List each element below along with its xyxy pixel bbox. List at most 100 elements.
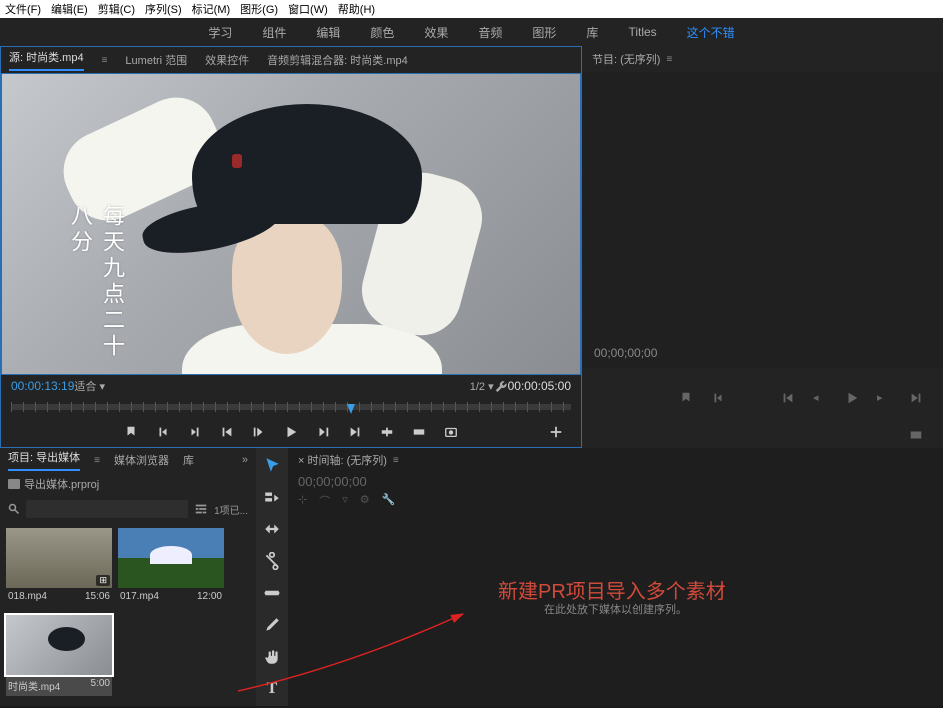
tab-lumetri[interactable]: Lumetri 范围 [125,52,187,68]
prog-overwrite-icon[interactable] [909,428,923,442]
add-button-icon[interactable] [549,425,563,439]
prog-in-icon[interactable] [711,391,725,405]
tab-timeline[interactable]: × 时间轴: (无序列) [298,452,387,468]
timeline-timecode[interactable]: 00;00;00;00 [288,472,943,491]
marker2-icon[interactable]: ▿ [342,493,348,509]
settings-icon[interactable]: ⚙ [360,493,370,509]
project-panel: 项目: 导出媒体 ≡ 媒体浏览器 库 » 导出媒体.prproj 1项已... … [0,448,256,706]
tab-media-browser[interactable]: 媒体浏览器 [114,452,169,468]
source-timecode-duration: 00:00:05:00 [508,379,571,393]
settings-wrench-icon[interactable] [494,378,508,395]
media-thumbnail[interactable]: ⊞ [6,528,112,588]
track-select-tool-icon[interactable] [263,488,281,506]
tab-program[interactable]: 节目: (无序列) [592,51,660,67]
prog-goto-in-icon[interactable] [781,391,795,405]
hand-tool-icon[interactable] [263,648,281,666]
prog-play-icon[interactable] [845,391,859,405]
goto-in-icon[interactable] [220,425,234,439]
program-transport: ◂ ▸ [582,368,943,428]
link-icon[interactable]: ⌒ [319,493,330,509]
play-icon[interactable] [284,425,298,439]
workspace-library[interactable]: 库 [586,24,598,41]
media-name: 017.mp4 [120,591,159,602]
media-item[interactable]: 时尚类.mp45:00 [6,615,112,700]
workspace-effects[interactable]: 效果 [424,24,448,41]
source-timecode-current[interactable]: 00:00:13:19 [11,379,74,393]
video-overlay-text: 每天九点二十八分 [64,204,128,374]
workspace-editing[interactable]: 编辑 [316,24,340,41]
workspace-graphics[interactable]: 图形 [532,24,556,41]
filter-icon[interactable] [194,503,208,515]
media-duration: 15:06 [85,591,110,602]
media-item[interactable]: 017.mp412:00 [118,528,224,609]
project-filename: 导出媒体.prproj [24,476,99,492]
zoom-fit-dropdown[interactable]: 适合 ▾ [74,378,105,394]
prog-step-back-icon[interactable]: ◂ [813,391,827,405]
project-search-row: 1项已... [0,496,256,522]
menu-window[interactable]: 窗口(W) [288,1,328,17]
timeline-panel-menu-icon[interactable]: ≡ [393,455,399,466]
media-thumbnail[interactable] [118,528,224,588]
tab-library[interactable]: 库 [183,452,194,468]
menu-edit[interactable]: 编辑(E) [51,1,88,17]
timeline-body[interactable]: 新建PR项目导入多个素材 在此处放下媒体以创建序列。 [288,511,943,706]
tab-source[interactable]: 源: 时尚类.mp4 [9,49,84,71]
menu-clip[interactable]: 剪辑(C) [98,1,135,17]
prog-step-fwd-icon[interactable]: ▸ [877,391,891,405]
scrubber-track[interactable] [11,404,571,410]
snap-icon[interactable]: ⊹ [298,493,307,509]
menu-graphics[interactable]: 图形(G) [240,1,278,17]
wrench2-icon[interactable]: 🔧 [382,493,396,509]
program-panel-menu-icon[interactable]: ≡ [666,54,672,65]
goto-out-icon[interactable] [348,425,362,439]
marker-icon[interactable] [124,425,138,439]
menu-sequence[interactable]: 序列(S) [145,1,182,17]
search-icon[interactable] [8,503,20,515]
workspace-audio[interactable]: 音频 [478,24,502,41]
workspace-titles[interactable]: Titles [628,25,656,39]
razor-tool-icon[interactable] [263,552,281,570]
bin-icon [8,479,20,489]
overwrite-icon[interactable] [412,425,426,439]
out-point-icon[interactable] [188,425,202,439]
panel-menu-icon[interactable]: ≡ [102,55,108,66]
source-scrubber[interactable] [1,397,581,417]
search-input[interactable] [26,500,188,518]
export-frame-icon[interactable] [444,425,458,439]
source-video-area[interactable]: 每天九点二十八分 [1,73,581,375]
media-thumbnail[interactable] [6,615,112,675]
insert-icon[interactable] [380,425,394,439]
tab-audio-mixer[interactable]: 音频剪辑混合器: 时尚类.mp4 [267,52,408,68]
playhead-icon[interactable] [347,404,355,414]
menu-marker[interactable]: 标记(M) [192,1,231,17]
project-panel-menu-icon[interactable]: ≡ [94,455,100,466]
pen-tool-icon[interactable] [263,616,281,634]
slip-tool-icon[interactable] [263,584,281,602]
step-forward-icon[interactable] [316,425,330,439]
workspace-color[interactable]: 颜色 [370,24,394,41]
program-body[interactable]: 00;00;00;00 [582,72,943,368]
resolution-dropdown[interactable]: 1/2 ▾ [470,380,494,393]
step-back-icon[interactable] [252,425,266,439]
nail-icon [232,154,242,168]
workspace-extra[interactable]: 这个不错 [687,24,735,41]
program-timecode[interactable]: 00;00;00;00 [594,346,657,360]
tool-strip: T [256,448,288,706]
prog-goto-out-icon[interactable] [909,391,923,405]
overflow-icon[interactable]: » [242,454,248,466]
media-item[interactable]: ⊞ 018.mp4 15:06 [6,528,112,609]
ripple-edit-tool-icon[interactable] [263,520,281,538]
tab-project[interactable]: 项目: 导出媒体 [8,449,80,471]
workspace-assembly[interactable]: 组件 [262,24,286,41]
selection-tool-icon[interactable] [263,456,281,474]
media-name: 018.mp4 [8,591,47,602]
tab-effect-controls[interactable]: 效果控件 [205,52,249,68]
project-filename-row: 导出媒体.prproj [0,472,256,496]
type-tool-icon[interactable]: T [263,680,281,698]
menu-help[interactable]: 帮助(H) [338,1,375,17]
menu-file[interactable]: 文件(F) [5,1,41,17]
workspace-learn[interactable]: 学习 [208,24,232,41]
in-point-icon[interactable] [156,425,170,439]
workspace-bar: 学习 组件 编辑 颜色 效果 音频 图形 库 Titles 这个不错 [0,18,943,46]
prog-marker-icon[interactable] [679,391,693,405]
